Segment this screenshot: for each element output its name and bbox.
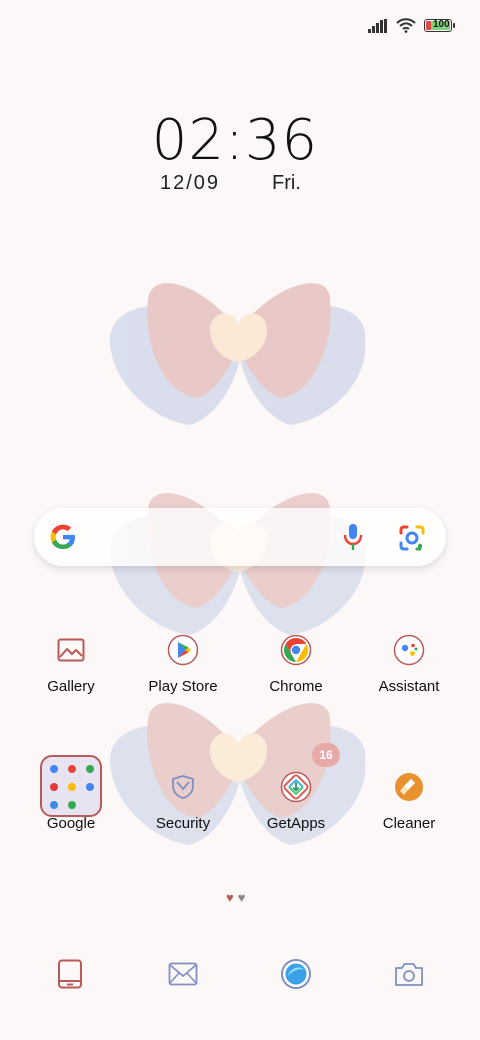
assistant-icon[interactable] [381,622,437,678]
dock-messages-button[interactable] [159,950,207,998]
clock-date[interactable]: 12/09 [160,172,220,195]
photos-mini-icon [86,783,94,791]
app-label: GetApps [266,815,326,832]
google-folder-icon[interactable] [40,755,102,817]
security-icon[interactable] [155,759,211,815]
app-label: Cleaner [382,815,436,832]
google-g-icon[interactable] [48,522,78,552]
getapps-icon[interactable] [268,759,324,815]
app-label: Security [155,815,211,832]
wifi-icon [396,18,416,33]
battery-icon: 100 [424,19,455,32]
maps-mini-icon [86,765,94,773]
clock-time[interactable]: 02:36 [0,108,470,173]
microphone-icon[interactable] [342,522,364,552]
app-label: Gallery [47,678,95,695]
app-label: Google [46,815,96,832]
browser-icon [281,959,311,989]
app-label: Play Store [148,678,218,695]
dock-phone-button[interactable] [46,950,94,998]
heart-inactive-icon: ♥ [237,890,246,905]
play-store-icon[interactable] [155,622,211,678]
battery-level: 100 [433,19,450,30]
phone-icon [58,959,82,989]
status-bar: 100 [368,18,455,33]
notification-badge: 16 [312,743,340,767]
gmail-mini-icon [68,765,76,773]
app-label: Chrome [269,678,323,695]
drive-mini-icon [68,783,76,791]
youtube-mini-icon [50,783,58,791]
google-search-bar[interactable] [34,508,446,566]
chrome-icon[interactable] [268,622,324,678]
dock-browser-button[interactable] [272,950,320,998]
duo-mini-icon [50,801,58,809]
dock-camera-button[interactable] [385,950,433,998]
meet-mini-icon [68,801,76,809]
cleaner-icon[interactable] [381,759,437,815]
google-lens-icon[interactable] [398,524,426,552]
clock-day[interactable]: Fri. [272,172,301,195]
signal-icon [368,18,387,33]
page-indicator[interactable]: ♥ ♥ [226,890,245,905]
camera-icon [395,963,423,986]
app-label: Assistant [378,678,440,695]
heart-active-icon: ♥ [226,890,234,905]
google-mini-icon [50,765,58,773]
messages-icon [168,962,198,986]
gallery-icon[interactable] [43,622,99,678]
